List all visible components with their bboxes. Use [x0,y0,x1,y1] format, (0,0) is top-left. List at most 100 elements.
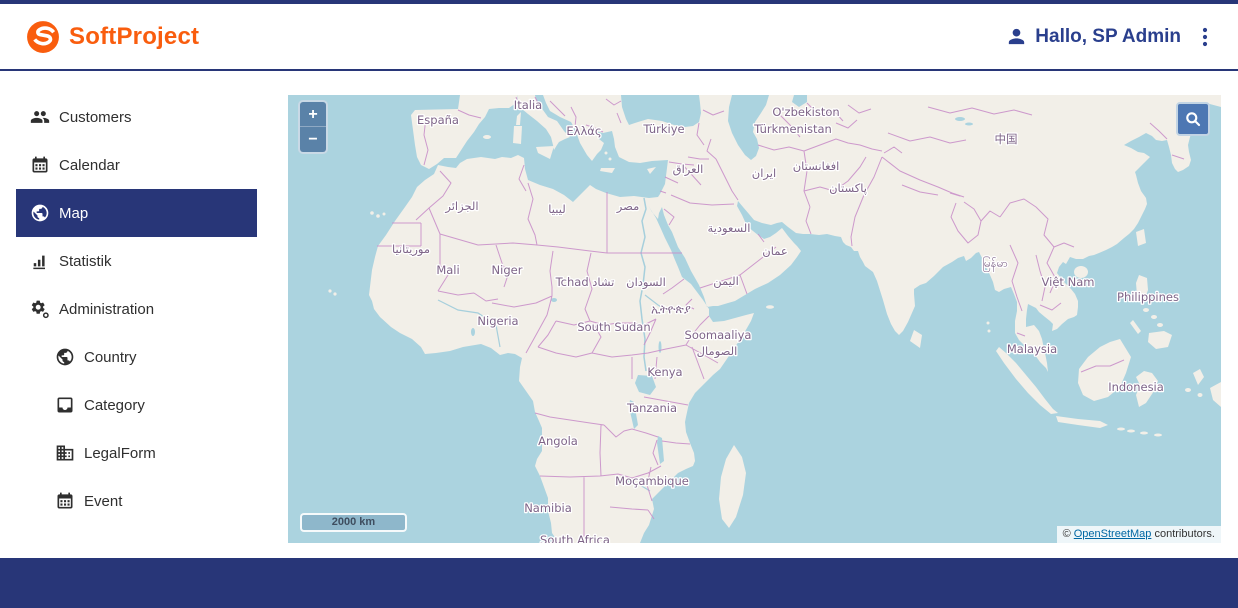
main-content: Customers Calendar Map Statistik Administrat… [0,71,1238,543]
island-sunda-4 [1154,434,1162,437]
map-zoom-control: + − [298,100,328,154]
island-capeverde-1 [328,289,331,292]
map-label: Angola [538,434,578,448]
water-lake-volta [471,328,475,336]
map-label: Namibia [524,501,572,515]
zoom-in-button[interactable]: + [300,102,326,127]
building-icon [55,443,75,463]
map-label: Kenya [647,365,682,379]
map-label: O'zbekiston [772,105,839,119]
calendar-icon [30,155,50,175]
sidebar-item-label: Event [84,493,122,510]
app-logo[interactable]: SoftProject [26,20,199,54]
sidebar-item-label: Customers [59,109,132,126]
map-label: Tchad تشاد [555,275,615,289]
user-greeting: Hallo, SP Admin [1035,26,1181,48]
globe-icon [30,203,50,223]
attribution-prefix: © [1063,528,1074,540]
map-label: Philippines [1117,290,1179,304]
sidebar-nav: Customers Calendar Map Statistik Administrat… [0,71,288,543]
sidebar-item-label: LegalForm [84,445,156,462]
map-label: မြန်မာ [982,256,1008,272]
map-label: ايران [752,166,776,181]
island-andaman-2 [988,330,991,333]
island-canary-2 [376,214,380,218]
map-label: السعودية [708,221,751,236]
island-visayas-2 [1151,315,1157,319]
sidebar-item-country[interactable]: Country [16,333,257,381]
island-sardinia [513,126,522,144]
island-capeverde-2 [333,292,336,295]
sidebar-item-customers[interactable]: Customers [16,93,257,141]
map-label: ኢትዮጵያ [651,302,691,316]
map-label: Malaysia [1007,342,1057,356]
sidebar-item-label: Map [59,205,88,222]
zoom-out-button[interactable]: − [300,127,326,152]
island-canary-1 [370,211,374,215]
map-label: Tanzania [626,401,677,415]
water-lake-turkana [659,341,662,353]
map-label: Türkiye [642,122,684,136]
map-label: الصومال [697,344,738,359]
person-icon [1005,25,1028,48]
map-label: العراق [673,162,704,177]
island-visayas-3 [1157,323,1163,327]
map-label: Soomaaliya [685,328,752,342]
sidebar-item-label: Statistik [59,253,112,270]
map-label: Türkmenistan [753,122,832,136]
map-label: پاکستان [829,181,867,195]
sidebar-item-label: Country [84,349,137,366]
calendar-icon [55,491,75,511]
map-label: موريتانيا [392,242,430,257]
sidebar-item-administration[interactable]: Administration [16,285,257,333]
island-aegean-1 [599,146,602,149]
sidebar-item-legalform[interactable]: LegalForm [16,429,257,477]
map-label: South Sudan [577,320,650,334]
map-viewport[interactable]: EspañaItaliaΕλλάςTürkiyeO'zbekistonTürkm… [288,95,1221,543]
map-label: Mali [436,263,459,277]
map-label: 中国 [995,132,1018,146]
openstreetmap-link[interactable]: OpenStreetMap [1074,528,1152,540]
water-qinghai-lake-1 [955,117,965,121]
map-label: افغانستان [793,159,840,173]
map-label: Indonesia [1108,380,1164,394]
water-qinghai-lake-2 [965,123,973,126]
map-label: ليبيا [548,202,565,216]
water-lake-chad [551,298,557,302]
map-label: الجزائر [444,199,478,214]
sidebar-item-label: Administration [59,301,154,318]
sidebar-item-category[interactable]: Category [16,381,257,429]
sidebar-item-calendar[interactable]: Calendar [16,141,257,189]
sidebar-item-statistik[interactable]: Statistik [16,237,257,285]
island-maluku-1 [1185,388,1191,392]
gears-icon [30,299,50,319]
softproject-logo-icon [26,20,60,54]
island-andaman-1 [987,322,990,325]
attribution-suffix: contributors. [1151,528,1215,540]
map-label: اليمن [713,274,739,289]
island-mallorca [483,135,491,139]
island-aegean-3 [609,158,612,161]
map-label: Việt Nam [1042,275,1095,289]
footer-bar [0,558,1238,608]
map-label: مصر [616,199,639,214]
map-label: Moçambique [615,474,689,488]
globe-icon [55,347,75,367]
app-header: SoftProject Hallo, SP Admin [0,4,1238,71]
island-aegean-2 [605,152,608,155]
map-label: السودان [626,275,666,290]
sidebar-item-label: Category [84,397,145,414]
bar-chart-icon [30,251,50,271]
sidebar-item-label: Calendar [59,157,120,174]
map-label: España [417,113,459,127]
openstreetmap-basemap: EspañaItaliaΕλλάςTürkiyeO'zbekistonTürkm… [288,95,1221,543]
island-maluku-2 [1198,393,1203,397]
island-socotra [766,305,774,309]
kebab-menu-icon[interactable] [1198,25,1212,49]
sidebar-item-map[interactable]: Map [16,189,257,237]
tray-icon [55,395,75,415]
sidebar-item-event[interactable]: Event [16,477,257,525]
island-sunda-1 [1117,428,1125,431]
island-sunda-2 [1127,430,1135,433]
search-icon[interactable] [1176,102,1210,136]
